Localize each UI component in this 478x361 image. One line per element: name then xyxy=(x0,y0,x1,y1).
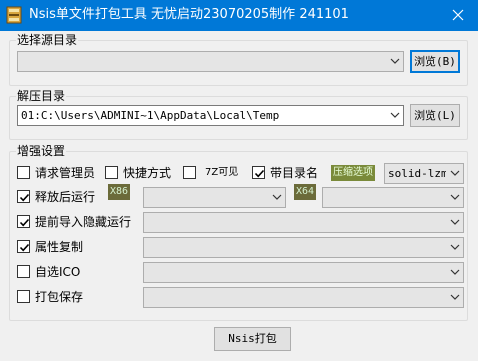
chevron-down-icon xyxy=(450,219,460,225)
pre-import-select[interactable] xyxy=(143,212,464,233)
chevron-down-icon xyxy=(450,170,460,176)
chevron-down-icon xyxy=(450,294,460,300)
with-dirname-checkbox[interactable]: 带目录名 xyxy=(252,165,330,181)
compress-options-tag: 压缩选项 xyxy=(331,165,375,181)
checkbox-box xyxy=(17,265,30,278)
checkbox-box xyxy=(17,215,30,228)
pre-import-hidden-checkbox[interactable]: 提前导入隐藏运行 xyxy=(17,214,142,230)
close-icon[interactable] xyxy=(444,4,472,26)
sevenzip-visible-label: 7Z可见 xyxy=(205,167,239,178)
chevron-down-icon xyxy=(450,269,460,275)
checkmark-icon xyxy=(254,169,265,178)
shortcut-checkbox[interactable]: 快捷方式 xyxy=(105,165,187,181)
copy-attributes-select[interactable] xyxy=(143,237,464,258)
compress-value: solid-lzma xyxy=(388,167,446,180)
with-dirname-label: 带目录名 xyxy=(270,166,319,180)
extract-dir-group: 解压目录 01:C:\Users\ADMINI~1\AppData\Local\… xyxy=(9,88,468,140)
chevron-down-icon xyxy=(390,112,400,118)
copy-attributes-label: 属性复制 xyxy=(35,240,84,254)
pack-save-select[interactable] xyxy=(143,287,464,308)
enhance-legend: 增强设置 xyxy=(16,143,67,159)
nsis-pack-button[interactable]: Nsis打包 xyxy=(214,327,291,351)
chevron-down-icon xyxy=(450,244,460,250)
shortcut-label: 快捷方式 xyxy=(123,166,172,180)
enhance-group: 增强设置 请求管理员 快捷方式 7Z可见 带目录名 压缩选项 solid-lzm… xyxy=(9,143,468,321)
checkbox-box xyxy=(105,166,118,179)
window-title: Nsis单文件打包工具 无忧启动23070205制作 241101 xyxy=(29,7,349,22)
app-icon xyxy=(6,6,22,24)
checkmark-icon xyxy=(19,243,30,252)
checkbox-box xyxy=(17,290,30,303)
pack-save-label: 打包保存 xyxy=(35,290,84,304)
pack-save-checkbox[interactable]: 打包保存 xyxy=(17,289,117,305)
source-dir-group: 选择源目录 浏览(B) xyxy=(9,32,468,86)
checkbox-box xyxy=(17,166,30,179)
extract-dir-select[interactable]: 01:C:\Users\ADMINI~1\AppData\Local\Temp xyxy=(17,105,404,126)
checkmark-icon xyxy=(19,193,30,202)
run-after-extract-label: 释放后运行 xyxy=(35,190,96,204)
custom-ico-label: 自选ICO xyxy=(35,265,81,279)
extract-dir-legend: 解压目录 xyxy=(16,88,67,104)
window-body: 选择源目录 浏览(B) 解压目录 01:C:\Users\ADMINI~1\Ap… xyxy=(1,31,477,360)
pre-import-hidden-label: 提前导入隐藏运行 xyxy=(35,215,132,229)
source-dir-select[interactable] xyxy=(17,51,404,72)
x86-select[interactable] xyxy=(143,187,286,208)
source-dir-legend: 选择源目录 xyxy=(16,32,79,48)
chevron-down-icon xyxy=(390,58,400,64)
browse-source-button[interactable]: 浏览(B) xyxy=(410,50,460,73)
custom-ico-checkbox[interactable]: 自选ICO xyxy=(17,264,117,280)
request-admin-checkbox[interactable]: 请求管理员 xyxy=(17,165,109,181)
x86-tag: X86 xyxy=(108,184,131,200)
browse-extract-button[interactable]: 浏览(L) xyxy=(410,104,460,127)
compress-select[interactable]: solid-lzma xyxy=(384,163,464,184)
request-admin-label: 请求管理员 xyxy=(35,166,96,180)
checkbox-box xyxy=(183,166,196,179)
checkbox-box xyxy=(252,166,265,179)
checkmark-icon xyxy=(19,218,30,227)
checkbox-box xyxy=(17,240,30,253)
sevenzip-visible-checkbox[interactable]: 7Z可见 xyxy=(183,165,249,181)
custom-ico-select[interactable] xyxy=(143,262,464,283)
chevron-down-icon xyxy=(272,194,282,200)
copy-attributes-checkbox[interactable]: 属性复制 xyxy=(17,239,117,255)
chevron-down-icon xyxy=(450,194,460,200)
extract-dir-value: 01:C:\Users\ADMINI~1\AppData\Local\Temp xyxy=(21,109,280,122)
x64-tag: X64 xyxy=(294,184,317,200)
checkbox-box xyxy=(17,190,30,203)
title-bar[interactable]: Nsis单文件打包工具 无忧启动23070205制作 241101 xyxy=(0,0,478,31)
run-after-extract-checkbox[interactable]: 释放后运行 xyxy=(17,189,117,205)
x64-select[interactable] xyxy=(322,187,464,208)
